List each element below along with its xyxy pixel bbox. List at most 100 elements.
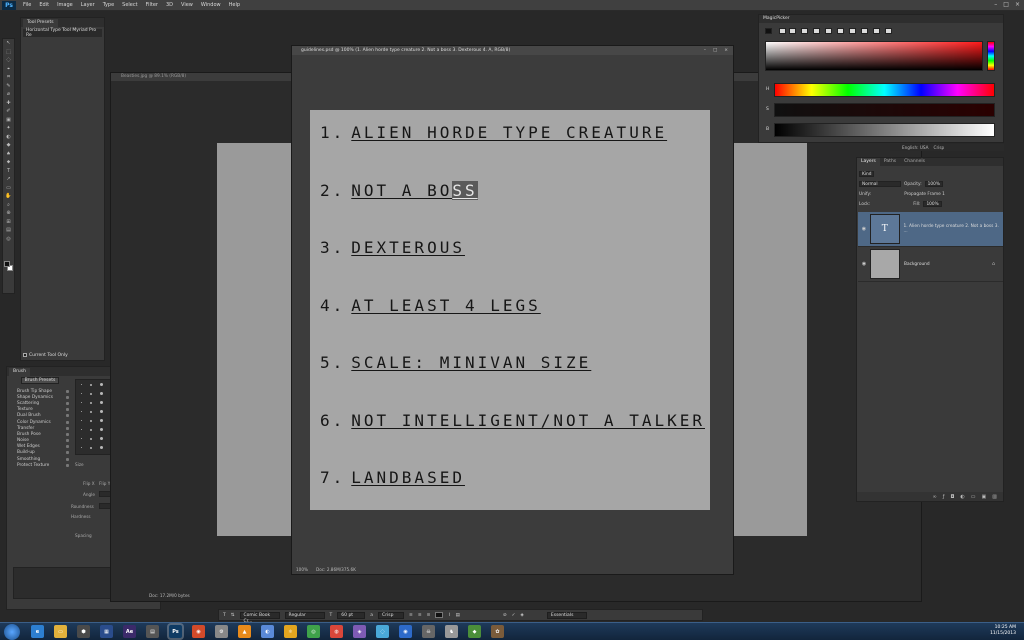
adjustment-icon[interactable]: ◐ — [960, 494, 964, 500]
taskbar-app-icon[interactable]: ▭ — [54, 625, 67, 638]
new-layer-icon[interactable]: ▣ — [982, 494, 987, 500]
taskbar-app-icon[interactable]: e — [31, 625, 44, 638]
brightness-slider[interactable] — [774, 123, 995, 137]
brush-tip[interactable] — [80, 447, 82, 448]
3d-icon[interactable]: ◈ — [520, 613, 523, 618]
flip-x-label[interactable]: Flip X — [83, 481, 95, 486]
brush-tip[interactable] — [100, 446, 104, 449]
mode-icon-9[interactable] — [873, 28, 880, 34]
fx-icon[interactable]: ƒ — [943, 494, 945, 500]
tab-layers[interactable]: Layers — [857, 158, 880, 166]
tool-button[interactable]: ⊞ — [3, 218, 14, 227]
taskbar-app-icon[interactable]: ⚛ — [284, 625, 297, 638]
clock-date[interactable]: 11/15/2013 — [990, 631, 1016, 637]
guideline-text-line[interactable]: 7. LANDBASED — [320, 469, 465, 487]
document-window-guidelines[interactable]: guidelines.psd @ 100% (1. Alien horde ty… — [291, 45, 734, 575]
tool-button[interactable]: ⬚ — [3, 48, 14, 57]
brush-tip[interactable] — [90, 446, 93, 449]
tool-button[interactable]: T — [3, 167, 14, 176]
tab-paths[interactable]: Paths — [880, 158, 900, 166]
doc-size[interactable]: Doc: 2.86M/375.6K — [316, 567, 356, 572]
brush-tip[interactable] — [80, 411, 82, 412]
color-field[interactable] — [765, 41, 983, 71]
zoom-level[interactable]: 100% — [296, 567, 308, 572]
taskbar-app-icon[interactable]: ◌ — [376, 625, 389, 638]
mode-icon-6[interactable] — [837, 28, 844, 34]
tool-preset-item[interactable]: Horizontal Type Tool Myriad Pro Re — [23, 28, 102, 38]
lock-icon[interactable] — [66, 457, 69, 461]
tool-button[interactable]: ⌖ — [3, 65, 14, 74]
layer-text[interactable]: ◉ T 1. Alien horde type creature 2. Not … — [858, 212, 1003, 247]
guideline-text-line[interactable]: 2. NOT A BOSS — [320, 180, 478, 200]
checkbox-icon[interactable] — [23, 353, 27, 357]
lock-icon[interactable] — [66, 463, 69, 467]
font-size-select[interactable]: 60 pt — [337, 611, 366, 619]
minimize-icon[interactable]: – — [994, 1, 997, 8]
mode-icon-1[interactable] — [779, 28, 786, 34]
tool-button[interactable]: ◌ — [3, 56, 14, 65]
workspace-select[interactable]: Essentials — [546, 611, 587, 619]
taskbar-app-icon[interactable]: ◍ — [330, 625, 343, 638]
lock-icon[interactable] — [66, 426, 69, 430]
type-tool-icon[interactable]: T — [223, 613, 226, 618]
tool-button[interactable]: ◆ — [3, 141, 14, 150]
guideline-text-line[interactable]: 4. AT LEAST 4 LEGS — [320, 296, 541, 315]
align-right-icon[interactable]: ≡ — [427, 613, 431, 618]
taskbar-app-icon[interactable]: Ps — [169, 625, 182, 638]
tool-button[interactable]: ✋ — [3, 192, 14, 201]
opacity-field[interactable]: 100% — [924, 181, 943, 187]
taskbar-app-icon[interactable]: ◉ — [192, 625, 205, 638]
doc-close-icon[interactable]: × — [724, 46, 728, 55]
menu-type[interactable]: Type — [99, 0, 118, 11]
brush-tip[interactable] — [80, 393, 82, 394]
tool-button[interactable]: ✎ — [3, 82, 14, 91]
lock-icon[interactable] — [66, 414, 69, 418]
tool-button[interactable]: ◐ — [3, 133, 14, 142]
tool-button[interactable]: ⌀ — [3, 90, 14, 99]
orientation-icon[interactable]: ⇅ — [231, 613, 235, 618]
fill-field[interactable]: 100% — [923, 201, 942, 207]
folder-icon[interactable]: ▭ — [971, 494, 976, 500]
lock-icon[interactable] — [66, 439, 69, 443]
doc-minimize-icon[interactable]: – — [704, 46, 706, 55]
document-tab-guidelines[interactable]: guidelines.psd @ 100% (1. Alien horde ty… — [292, 46, 733, 55]
mode-icon-3[interactable] — [801, 28, 808, 34]
trash-icon[interactable]: ▥ — [992, 494, 997, 500]
mode-icon-4[interactable] — [813, 28, 820, 34]
brush-tip[interactable] — [100, 410, 104, 413]
brush-tip[interactable] — [90, 419, 93, 422]
menu-view[interactable]: View — [177, 0, 197, 11]
taskbar-app-icon[interactable]: ◉ — [399, 625, 412, 638]
tool-button[interactable]: ⌗ — [3, 73, 14, 82]
lock-icon[interactable] — [66, 445, 69, 449]
tool-button[interactable]: ✐ — [3, 107, 14, 116]
brush-presets-button[interactable]: Brush Presets — [21, 377, 59, 384]
brush-tip[interactable] — [100, 392, 104, 395]
close-icon[interactable]: × — [1015, 1, 1020, 8]
brush-tip[interactable] — [80, 420, 82, 421]
cancel-icon[interactable]: ⊘ — [503, 613, 507, 618]
taskbar-app-icon[interactable]: ▲ — [238, 625, 251, 638]
blend-mode-select[interactable]: Normal — [859, 181, 901, 187]
guideline-text-line[interactable]: 3. DEXTEROUS — [320, 239, 465, 257]
menu-window[interactable]: Window — [197, 0, 225, 11]
antialias-mode-select[interactable]: Crisp — [378, 611, 405, 619]
tool-button[interactable]: ♠ — [3, 150, 14, 159]
menu-help[interactable]: Help — [225, 0, 244, 11]
mode-icon-5[interactable] — [825, 28, 832, 34]
tool-button[interactable]: ↖ — [3, 39, 14, 48]
brush-tip[interactable] — [100, 401, 104, 404]
tool-button[interactable]: ⊕ — [3, 209, 14, 218]
tool-button[interactable]: ▣ — [3, 116, 14, 125]
brush-tip[interactable] — [80, 438, 82, 439]
tool-button[interactable]: ↗ — [3, 175, 14, 184]
lock-icon[interactable] — [66, 408, 69, 412]
mode-icon-10[interactable] — [885, 28, 892, 34]
tool-button[interactable]: ◎ — [3, 235, 14, 244]
warp-text-icon[interactable]: ⌇ — [448, 613, 450, 618]
magicpicker-tab[interactable]: MagicPicker — [759, 15, 1003, 23]
taskbar-app-icon[interactable]: ☠ — [422, 625, 435, 638]
align-left-icon[interactable]: ≡ — [409, 613, 413, 618]
eye-icon[interactable]: ◉ — [861, 261, 867, 267]
tool-button[interactable]: ▤ — [3, 226, 14, 235]
